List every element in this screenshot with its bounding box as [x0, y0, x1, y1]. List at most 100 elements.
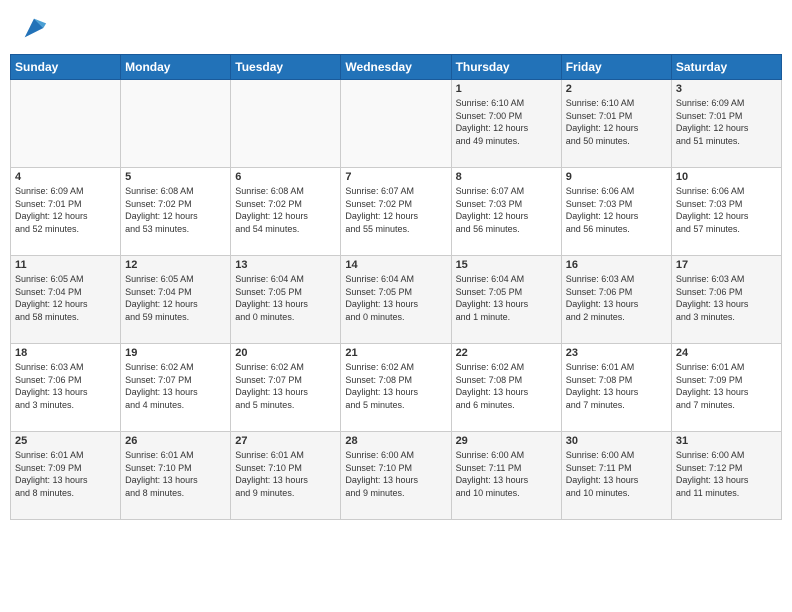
day-number: 20 — [235, 347, 336, 359]
day-info: Sunrise: 6:05 AM Sunset: 7:04 PM Dayligh… — [15, 273, 116, 323]
col-header-tuesday: Tuesday — [231, 55, 341, 80]
page-header — [10, 10, 782, 46]
calendar-table: SundayMondayTuesdayWednesdayThursdayFrid… — [10, 54, 782, 520]
day-info: Sunrise: 6:01 AM Sunset: 7:10 PM Dayligh… — [125, 449, 226, 499]
day-info: Sunrise: 6:03 AM Sunset: 7:06 PM Dayligh… — [676, 273, 777, 323]
day-number: 27 — [235, 435, 336, 447]
logo — [18, 14, 48, 42]
day-info: Sunrise: 6:06 AM Sunset: 7:03 PM Dayligh… — [676, 185, 777, 235]
day-number: 26 — [125, 435, 226, 447]
calendar-cell: 26 Sunrise: 6:01 AM Sunset: 7:10 PM Dayli… — [121, 432, 231, 520]
calendar-cell: 27 Sunrise: 6:01 AM Sunset: 7:10 PM Dayli… — [231, 432, 341, 520]
day-number: 25 — [15, 435, 116, 447]
day-number: 11 — [15, 259, 116, 271]
day-number: 6 — [235, 171, 336, 183]
calendar-cell: 13Sunrise: 6:04 AM Sunset: 7:05 PM Dayli… — [231, 256, 341, 344]
calendar-cell: 3Sunrise: 6:09 AM Sunset: 7:01 PM Daylig… — [671, 80, 781, 168]
day-info: Sunrise: 6:02 AM Sunset: 7:08 PM Dayligh… — [456, 361, 557, 411]
calendar-cell — [231, 80, 341, 168]
day-number: 13 — [235, 259, 336, 271]
day-info: Sunrise: 6:09 AM Sunset: 7:01 PM Dayligh… — [15, 185, 116, 235]
col-header-friday: Friday — [561, 55, 671, 80]
day-number: 23 — [566, 347, 667, 359]
day-number: 4 — [15, 171, 116, 183]
day-info: Sunrise: 6:00 AM Sunset: 7:10 PM Dayligh… — [345, 449, 446, 499]
calendar-cell: 7Sunrise: 6:07 AM Sunset: 7:02 PM Daylig… — [341, 168, 451, 256]
calendar-cell: 20 Sunrise: 6:02 AM Sunset: 7:07 PM Dayli… — [231, 344, 341, 432]
calendar-cell: 11 Sunrise: 6:05 AM Sunset: 7:04 PM Dayli… — [11, 256, 121, 344]
day-number: 21 — [345, 347, 446, 359]
calendar-cell: 22 Sunrise: 6:02 AM Sunset: 7:08 PM Dayli… — [451, 344, 561, 432]
calendar-cell: 15 Sunrise: 6:04 AM Sunset: 7:05 PM Dayli… — [451, 256, 561, 344]
day-info: Sunrise: 6:03 AM Sunset: 7:06 PM Dayligh… — [566, 273, 667, 323]
calendar-week-1: 1 Sunrise: 6:10 AM Sunset: 7:00 PM Daylig… — [11, 80, 782, 168]
calendar-week-2: 4 Sunrise: 6:09 AM Sunset: 7:01 PM Daylig… — [11, 168, 782, 256]
calendar-cell: 31Sunrise: 6:00 AM Sunset: 7:12 PM Dayli… — [671, 432, 781, 520]
day-number: 18 — [15, 347, 116, 359]
col-header-wednesday: Wednesday — [341, 55, 451, 80]
calendar-cell: 18 Sunrise: 6:03 AM Sunset: 7:06 PM Dayli… — [11, 344, 121, 432]
day-info: Sunrise: 6:02 AM Sunset: 7:07 PM Dayligh… — [125, 361, 226, 411]
day-info: Sunrise: 6:06 AM Sunset: 7:03 PM Dayligh… — [566, 185, 667, 235]
day-info: Sunrise: 6:02 AM Sunset: 7:08 PM Dayligh… — [345, 361, 446, 411]
calendar-cell: 19 Sunrise: 6:02 AM Sunset: 7:07 PM Dayli… — [121, 344, 231, 432]
col-header-saturday: Saturday — [671, 55, 781, 80]
day-info: Sunrise: 6:04 AM Sunset: 7:05 PM Dayligh… — [456, 273, 557, 323]
calendar-cell: 23Sunrise: 6:01 AM Sunset: 7:08 PM Dayli… — [561, 344, 671, 432]
calendar-week-4: 18 Sunrise: 6:03 AM Sunset: 7:06 PM Dayli… — [11, 344, 782, 432]
calendar-cell: 17 Sunrise: 6:03 AM Sunset: 7:06 PM Dayli… — [671, 256, 781, 344]
calendar-cell: 5Sunrise: 6:08 AM Sunset: 7:02 PM Daylig… — [121, 168, 231, 256]
day-info: Sunrise: 6:00 AM Sunset: 7:11 PM Dayligh… — [566, 449, 667, 499]
day-info: Sunrise: 6:00 AM Sunset: 7:12 PM Dayligh… — [676, 449, 777, 499]
day-number: 8 — [456, 171, 557, 183]
calendar-cell: 12Sunrise: 6:05 AM Sunset: 7:04 PM Dayli… — [121, 256, 231, 344]
day-info: Sunrise: 6:02 AM Sunset: 7:07 PM Dayligh… — [235, 361, 336, 411]
day-number: 5 — [125, 171, 226, 183]
col-header-sunday: Sunday — [11, 55, 121, 80]
day-number: 24 — [676, 347, 777, 359]
calendar-cell: 25 Sunrise: 6:01 AM Sunset: 7:09 PM Dayli… — [11, 432, 121, 520]
calendar-cell: 28 Sunrise: 6:00 AM Sunset: 7:10 PM Dayli… — [341, 432, 451, 520]
day-number: 28 — [345, 435, 446, 447]
logo-icon — [20, 14, 48, 42]
day-number: 19 — [125, 347, 226, 359]
day-info: Sunrise: 6:04 AM Sunset: 7:05 PM Dayligh… — [345, 273, 446, 323]
calendar-cell: 24 Sunrise: 6:01 AM Sunset: 7:09 PM Dayli… — [671, 344, 781, 432]
day-number: 1 — [456, 83, 557, 95]
day-number: 29 — [456, 435, 557, 447]
calendar-cell: 10Sunrise: 6:06 AM Sunset: 7:03 PM Dayli… — [671, 168, 781, 256]
calendar-cell: 4 Sunrise: 6:09 AM Sunset: 7:01 PM Daylig… — [11, 168, 121, 256]
calendar-cell — [341, 80, 451, 168]
calendar-cell: 6 Sunrise: 6:08 AM Sunset: 7:02 PM Daylig… — [231, 168, 341, 256]
day-number: 15 — [456, 259, 557, 271]
day-number: 16 — [566, 259, 667, 271]
calendar-cell — [11, 80, 121, 168]
day-number: 12 — [125, 259, 226, 271]
calendar-week-5: 25 Sunrise: 6:01 AM Sunset: 7:09 PM Dayli… — [11, 432, 782, 520]
day-info: Sunrise: 6:03 AM Sunset: 7:06 PM Dayligh… — [15, 361, 116, 411]
calendar-cell: 2Sunrise: 6:10 AM Sunset: 7:01 PM Daylig… — [561, 80, 671, 168]
day-info: Sunrise: 6:01 AM Sunset: 7:10 PM Dayligh… — [235, 449, 336, 499]
calendar-cell: 1 Sunrise: 6:10 AM Sunset: 7:00 PM Daylig… — [451, 80, 561, 168]
day-number: 7 — [345, 171, 446, 183]
day-number: 9 — [566, 171, 667, 183]
day-info: Sunrise: 6:01 AM Sunset: 7:09 PM Dayligh… — [676, 361, 777, 411]
calendar-cell: 21 Sunrise: 6:02 AM Sunset: 7:08 PM Dayli… — [341, 344, 451, 432]
day-info: Sunrise: 6:00 AM Sunset: 7:11 PM Dayligh… — [456, 449, 557, 499]
day-info: Sunrise: 6:01 AM Sunset: 7:09 PM Dayligh… — [15, 449, 116, 499]
day-number: 17 — [676, 259, 777, 271]
calendar-cell: 30 Sunrise: 6:00 AM Sunset: 7:11 PM Dayli… — [561, 432, 671, 520]
day-info: Sunrise: 6:08 AM Sunset: 7:02 PM Dayligh… — [235, 185, 336, 235]
calendar-header: SundayMondayTuesdayWednesdayThursdayFrid… — [11, 55, 782, 80]
col-header-monday: Monday — [121, 55, 231, 80]
day-number: 22 — [456, 347, 557, 359]
day-number: 2 — [566, 83, 667, 95]
calendar-cell: 9 Sunrise: 6:06 AM Sunset: 7:03 PM Daylig… — [561, 168, 671, 256]
calendar-cell: 29 Sunrise: 6:00 AM Sunset: 7:11 PM Dayli… — [451, 432, 561, 520]
calendar-cell: 14Sunrise: 6:04 AM Sunset: 7:05 PM Dayli… — [341, 256, 451, 344]
calendar-cell: 8Sunrise: 6:07 AM Sunset: 7:03 PM Daylig… — [451, 168, 561, 256]
col-header-thursday: Thursday — [451, 55, 561, 80]
day-number: 30 — [566, 435, 667, 447]
day-info: Sunrise: 6:10 AM Sunset: 7:00 PM Dayligh… — [456, 97, 557, 147]
calendar-cell — [121, 80, 231, 168]
